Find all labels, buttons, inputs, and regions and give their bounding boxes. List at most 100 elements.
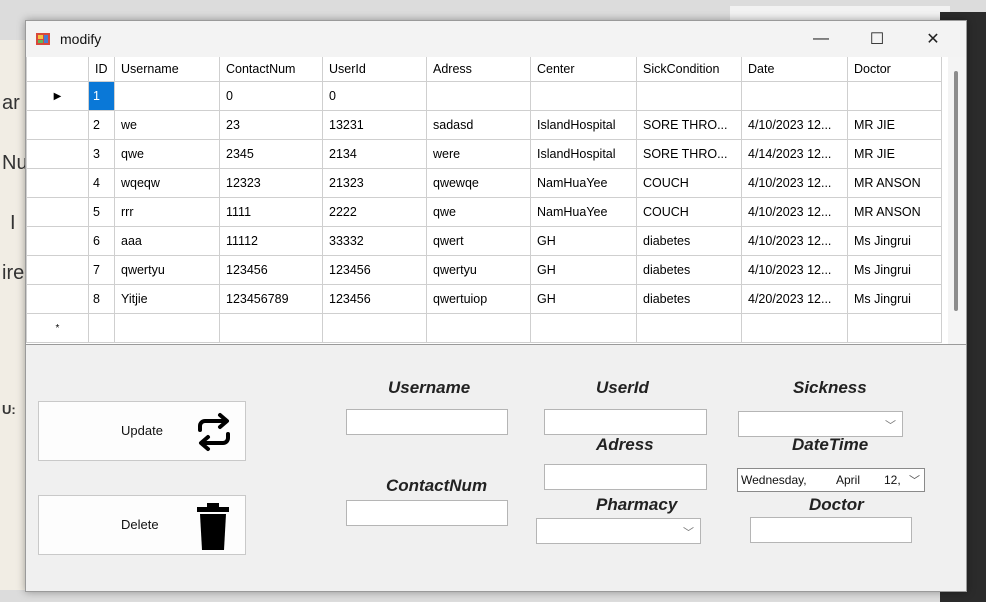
table-row[interactable]: 7 qwertyu 123456 123456 qwertyu GH diabetes 4/1… (26, 255, 942, 285)
table-cell[interactable]: NamHuaYee (530, 168, 637, 198)
userid-input[interactable] (544, 409, 707, 435)
table-cell[interactable]: were (426, 139, 531, 169)
table-cell[interactable] (322, 313, 427, 343)
table-cell[interactable] (847, 81, 942, 111)
table-row[interactable]: ▶ 1 0 0 (26, 81, 942, 111)
table-cell[interactable]: 33332 (322, 226, 427, 256)
table-cell[interactable]: GH (530, 255, 637, 285)
table-cell[interactable]: 2345 (219, 139, 323, 169)
table-cell[interactable]: wqeqw (114, 168, 220, 198)
table-cell[interactable]: IslandHospital (530, 110, 637, 140)
row-header[interactable] (26, 284, 89, 314)
sickness-dropdown[interactable]: ﹀ (738, 411, 903, 437)
table-cell[interactable]: we (114, 110, 220, 140)
table-row[interactable]: 6 aaa 11112 33332 qwert GH diabetes 4/10/2023 1… (26, 226, 942, 256)
table-cell[interactable]: NamHuaYee (530, 197, 637, 227)
table-cell[interactable]: 123456789 (219, 284, 323, 314)
table-cell[interactable]: qwertyu (114, 255, 220, 285)
table-cell[interactable]: 2 (88, 110, 115, 140)
datetime-picker[interactable]: Wednesday, April 12, ﹀ (737, 468, 925, 492)
table-cell[interactable]: 0 (219, 81, 323, 111)
table-cell[interactable]: 13231 (322, 110, 427, 140)
column-header-userid[interactable]: UserId (322, 57, 427, 82)
table-cell[interactable]: 8 (88, 284, 115, 314)
table-cell[interactable]: 4/10/2023 12... (741, 226, 848, 256)
table-cell[interactable]: diabetes (636, 226, 742, 256)
table-cell[interactable]: 7 (88, 255, 115, 285)
row-header[interactable] (26, 255, 89, 285)
delete-button[interactable]: Delete (38, 495, 246, 555)
table-cell[interactable]: 4/10/2023 12... (741, 197, 848, 227)
table-cell[interactable] (636, 81, 742, 111)
table-cell[interactable]: GH (530, 226, 637, 256)
table-cell[interactable]: 5 (88, 197, 115, 227)
table-cell[interactable]: rrr (114, 197, 220, 227)
table-cell[interactable]: 4/14/2023 12... (741, 139, 848, 169)
username-input[interactable] (346, 409, 508, 435)
table-cell[interactable]: Ms Jingrui (847, 226, 942, 256)
title-bar[interactable]: modify — ☐ ✕ (26, 21, 966, 57)
table-cell[interactable]: 23 (219, 110, 323, 140)
table-cell[interactable]: MR ANSON (847, 168, 942, 198)
column-header-id[interactable]: ID (88, 57, 115, 82)
table-cell[interactable]: COUCH (636, 168, 742, 198)
table-cell[interactable]: 4/10/2023 12... (741, 168, 848, 198)
table-cell[interactable]: 4/10/2023 12... (741, 255, 848, 285)
table-cell[interactable]: MR JIE (847, 110, 942, 140)
table-row[interactable]: 2 we 23 13231 sadasd IslandHospital SORE THRO.… (26, 110, 942, 140)
table-cell[interactable]: MR ANSON (847, 197, 942, 227)
column-header-date[interactable]: Date (741, 57, 848, 82)
row-header[interactable] (26, 110, 89, 140)
close-button[interactable]: ✕ (910, 21, 956, 57)
table-cell[interactable] (741, 81, 848, 111)
minimize-button[interactable]: — (798, 21, 844, 57)
update-button[interactable]: Update (38, 401, 246, 461)
table-cell[interactable]: 123456 (219, 255, 323, 285)
table-cell[interactable]: 0 (322, 81, 427, 111)
adress-input[interactable] (544, 464, 707, 490)
table-cell[interactable] (530, 313, 637, 343)
table-cell[interactable]: SORE THRO... (636, 139, 742, 169)
row-header[interactable] (26, 139, 89, 169)
column-header-username[interactable]: Username (114, 57, 220, 82)
table-cell[interactable]: diabetes (636, 255, 742, 285)
table-cell[interactable] (426, 81, 531, 111)
column-header-adress[interactable]: Adress (426, 57, 531, 82)
table-cell[interactable]: GH (530, 284, 637, 314)
table-cell[interactable] (219, 313, 323, 343)
table-row[interactable]: 3 qwe 2345 2134 were IslandHospital SORE THRO.… (26, 139, 942, 169)
column-header-contactnum[interactable]: ContactNum (219, 57, 323, 82)
table-cell[interactable]: Ms Jingrui (847, 284, 942, 314)
table-row[interactable]: 4 wqeqw 12323 21323 qwewqe NamHuaYee COUCH 4/10… (26, 168, 942, 198)
table-cell[interactable]: 1 (88, 81, 115, 111)
table-cell[interactable]: 123456 (322, 284, 427, 314)
table-row[interactable]: * (26, 313, 942, 343)
table-cell[interactable]: aaa (114, 226, 220, 256)
table-cell[interactable]: 4/20/2023 12... (741, 284, 848, 314)
table-cell[interactable] (114, 313, 220, 343)
table-cell[interactable]: MR JIE (847, 139, 942, 169)
table-cell[interactable]: 1111 (219, 197, 323, 227)
table-cell[interactable]: 2222 (322, 197, 427, 227)
column-header-doctor[interactable]: Doctor (847, 57, 942, 82)
table-cell[interactable]: 4 (88, 168, 115, 198)
table-row[interactable]: 5 rrr 1111 2222 qwe NamHuaYee COUCH 4/10/2023 1… (26, 197, 942, 227)
grid-vertical-scrollbar[interactable] (948, 57, 966, 344)
row-header[interactable]: ▶ (26, 81, 89, 111)
table-cell[interactable]: 11112 (219, 226, 323, 256)
table-cell[interactable] (88, 313, 115, 343)
table-cell[interactable]: Ms Jingrui (847, 255, 942, 285)
table-cell[interactable]: qwert (426, 226, 531, 256)
table-cell[interactable] (636, 313, 742, 343)
scrollbar-thumb[interactable] (954, 71, 958, 311)
data-grid[interactable]: ID Username ContactNum UserId Adress Center Si… (26, 57, 966, 345)
pharmacy-dropdown[interactable]: ﹀ (536, 518, 701, 544)
row-header[interactable] (26, 197, 89, 227)
column-header-center[interactable]: Center (530, 57, 637, 82)
contactnum-input[interactable] (346, 500, 508, 526)
chevron-down-icon[interactable]: ﹀ (909, 472, 920, 488)
row-header[interactable] (26, 226, 89, 256)
table-cell[interactable]: COUCH (636, 197, 742, 227)
table-cell[interactable]: qwe (114, 139, 220, 169)
column-header-sickcondition[interactable]: SickCondition (636, 57, 742, 82)
